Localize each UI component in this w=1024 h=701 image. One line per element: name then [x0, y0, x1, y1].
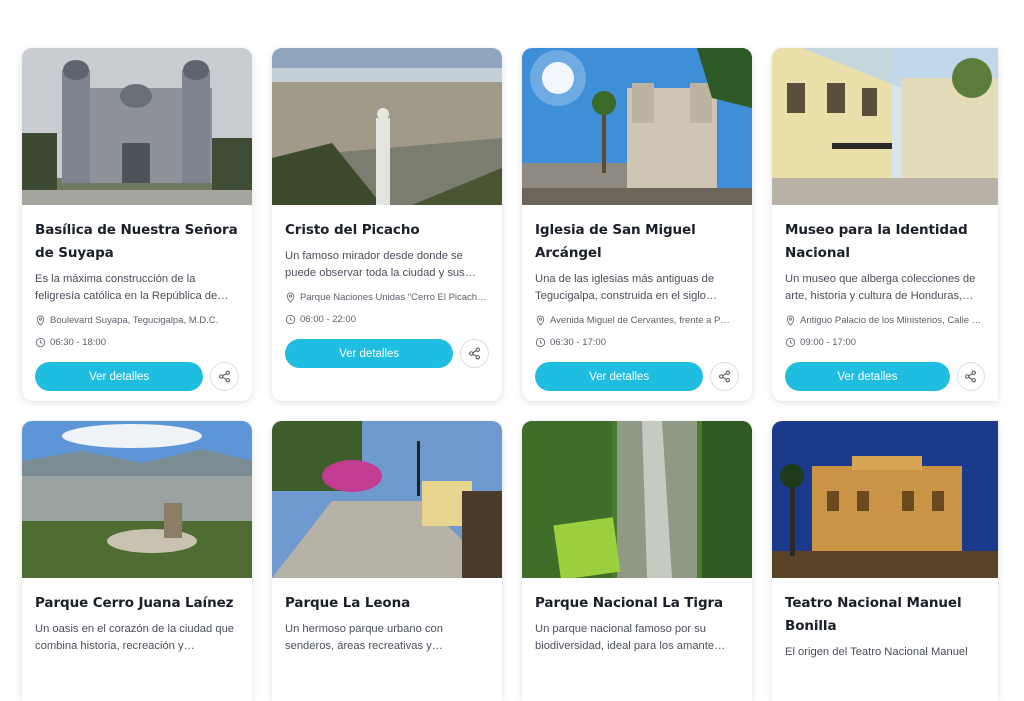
hours-text: 06:30 - 18:00 — [50, 337, 106, 348]
share-icon — [965, 370, 977, 383]
share-button[interactable] — [460, 339, 489, 368]
attraction-title: Parque La Leona — [285, 595, 411, 611]
share-button[interactable] — [956, 362, 985, 391]
clock-icon — [285, 314, 296, 325]
attraction-title: Teatro Nacional Manuel Bonilla — [785, 595, 962, 634]
attraction-card[interactable]: Parque Nacional La Tigra Un parque nacio… — [522, 421, 752, 701]
details-button[interactable]: Ver detalles — [785, 362, 950, 391]
attraction-hours: 06:00 - 22:00 — [285, 312, 489, 327]
map-pin-icon — [786, 315, 795, 326]
attraction-title: Parque Cerro Juana Laínez — [35, 595, 234, 611]
map-pin-icon — [286, 292, 295, 303]
attraction-title: Parque Nacional La Tigra — [535, 595, 724, 611]
attraction-photo-museo[interactable] — [772, 48, 998, 205]
attraction-description: El origen del Teatro Nacional Manuel — [785, 646, 968, 658]
attraction-card[interactable]: Museo para la Identidad Nacional Un muse… — [772, 48, 998, 401]
share-icon — [719, 370, 731, 383]
attraction-description: Un hermoso parque urbano con senderos, á… — [285, 623, 443, 652]
attraction-photo-basilica[interactable] — [22, 48, 252, 205]
hours-text: 09:00 - 17:00 — [800, 337, 856, 348]
attraction-description: Un museo que alberga colecciones de arte… — [785, 273, 976, 302]
attraction-photo-la-leona[interactable] — [272, 421, 502, 578]
location-text: Parque Naciones Unidas "Cerro El Picach… — [300, 292, 487, 303]
attraction-photo-iglesia[interactable] — [522, 48, 752, 205]
attraction-description: Una de las iglesias más antiguas de Tegu… — [535, 273, 718, 302]
attraction-description: Un oasis en el corazón de la ciudad que … — [35, 623, 235, 652]
attraction-description: Es la máxima construcción de la feligres… — [35, 273, 229, 302]
attraction-card[interactable]: Parque Cerro Juana Laínez Un oasis en el… — [22, 421, 252, 701]
attraction-photo-teatro[interactable] — [772, 421, 998, 578]
location-text: Antiguo Palacio de los Ministerios, Call… — [800, 315, 982, 326]
details-button[interactable]: Ver detalles — [285, 339, 454, 368]
attraction-photo-la-tigra[interactable] — [522, 421, 752, 578]
attraction-description: Un parque nacional famoso por su biodive… — [535, 623, 726, 652]
map-pin-icon — [36, 315, 45, 326]
attraction-hours: 09:00 - 17:00 — [785, 335, 985, 350]
location-text: Boulevard Suyapa, Tegucigalpa, M.D.C. — [50, 315, 219, 326]
attraction-card[interactable]: Parque La Leona Un hermoso parque urbano… — [272, 421, 502, 701]
attraction-location: Avenida Miguel de Cervantes, frente a P… — [535, 313, 739, 328]
attraction-photo-juana-lainez[interactable] — [22, 421, 252, 578]
hours-text: 06:00 - 22:00 — [300, 314, 356, 325]
attraction-title: Basílica de Nuestra Señora de Suyapa — [35, 222, 238, 261]
map-pin-icon — [536, 315, 545, 326]
attraction-card[interactable]: Cristo del Picacho Un famoso mirador des… — [272, 48, 502, 401]
attraction-description: Un famoso mirador desde donde se puede o… — [285, 250, 476, 279]
attraction-location: Parque Naciones Unidas "Cerro El Picach… — [285, 290, 489, 305]
clock-icon — [35, 337, 46, 348]
attraction-title: Iglesia de San Miguel Arcángel — [535, 222, 696, 261]
share-button[interactable] — [210, 362, 239, 391]
hours-text: 06:30 - 17:00 — [550, 337, 606, 348]
attraction-hours: 06:30 - 18:00 — [35, 335, 239, 350]
details-button[interactable]: Ver detalles — [35, 362, 204, 391]
location-text: Avenida Miguel de Cervantes, frente a P… — [550, 315, 730, 326]
clock-icon — [785, 337, 796, 348]
clock-icon — [535, 337, 546, 348]
share-icon — [219, 370, 231, 383]
attraction-card[interactable]: Basílica de Nuestra Señora de Suyapa Es … — [22, 48, 252, 401]
attraction-location: Antiguo Palacio de los Ministerios, Call… — [785, 313, 985, 328]
attraction-location: Boulevard Suyapa, Tegucigalpa, M.D.C. — [35, 313, 239, 328]
attraction-title: Museo para la Identidad Nacional — [785, 222, 968, 261]
share-icon — [469, 347, 481, 360]
details-button[interactable]: Ver detalles — [535, 362, 704, 391]
share-button[interactable] — [710, 362, 739, 391]
attraction-title: Cristo del Picacho — [285, 222, 420, 238]
attraction-hours: 06:30 - 17:00 — [535, 335, 739, 350]
attraction-card[interactable]: Iglesia de San Miguel Arcángel Una de la… — [522, 48, 752, 401]
attraction-photo-cristo[interactable] — [272, 48, 502, 205]
attraction-card[interactable]: Teatro Nacional Manuel Bonilla El origen… — [772, 421, 998, 701]
